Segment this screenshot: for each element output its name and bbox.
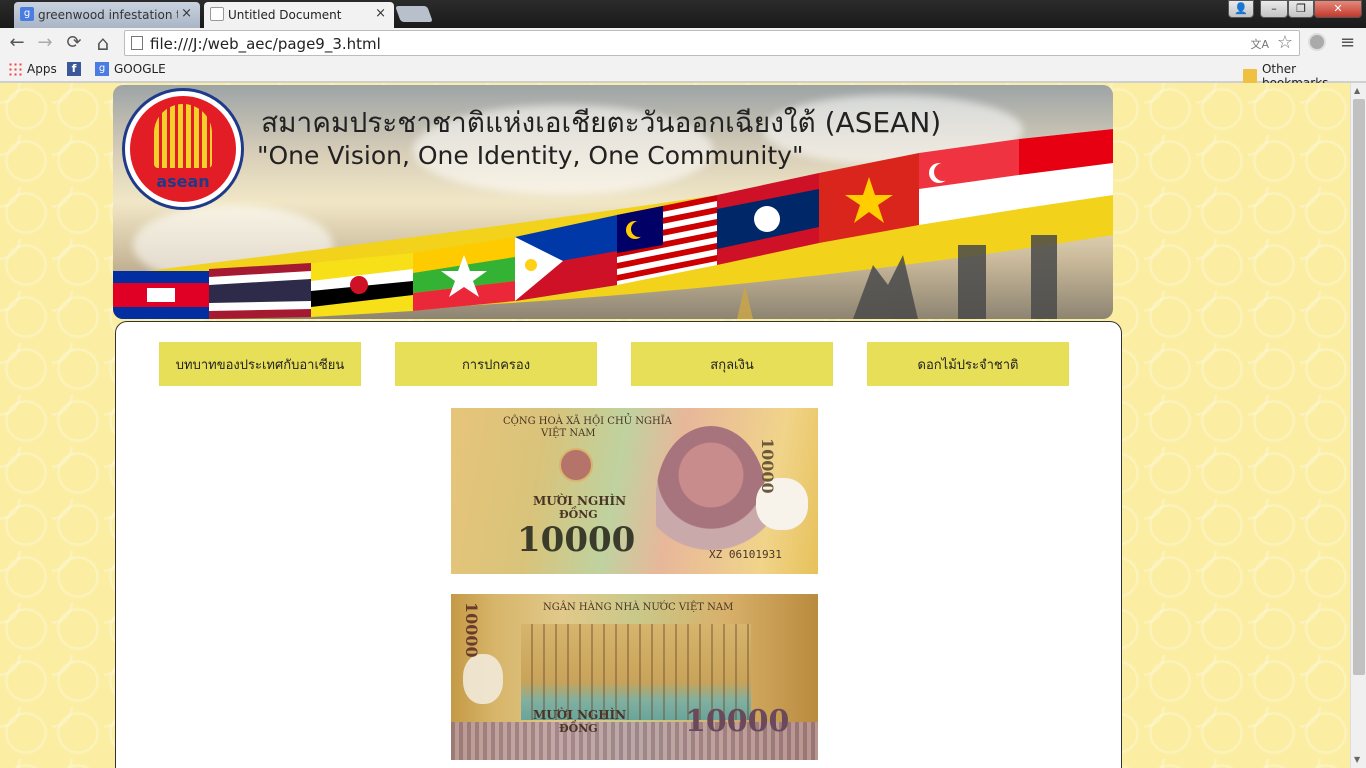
indonesia-flag bbox=[1019, 129, 1113, 209]
banknote-value: 10000 bbox=[517, 520, 636, 560]
rice-stalks-icon bbox=[154, 104, 212, 168]
home-icon[interactable]: ⌂ bbox=[92, 32, 114, 54]
banknote-front-image: CỘNG HOÀ XÃ HỘI CHỦ NGHĨA VIỆT NAM MƯỜI … bbox=[451, 408, 818, 574]
menu-button-currency[interactable]: สกุลเงิน bbox=[631, 342, 833, 386]
banknote-serial: XZ 06101931 bbox=[709, 548, 782, 561]
page-viewport: asean สมาคมประชาชาติแห่งเอเชียตะวันออกเฉ… bbox=[0, 83, 1350, 768]
user-profile-icon[interactable]: 👤 bbox=[1228, 0, 1254, 18]
document-favicon-icon bbox=[210, 7, 224, 21]
banknote-header: NGÂN HÀNG NHÀ NƯỚC VIỆT NAM bbox=[543, 602, 734, 613]
banknote-back-image: NGÂN HÀNG NHÀ NƯỚC VIỆT NAM MƯỜI NGHÌN Đ… bbox=[451, 594, 818, 760]
apps-icon bbox=[8, 62, 22, 76]
reload-icon[interactable]: ⟳ bbox=[63, 32, 85, 54]
chrome-menu-icon[interactable]: ≡ bbox=[1340, 32, 1355, 53]
minimize-button[interactable]: – bbox=[1260, 0, 1288, 18]
asean-logo: asean bbox=[125, 91, 241, 207]
tab-greenwood[interactable]: g greenwood infestation th × bbox=[14, 2, 200, 28]
portrait-illustration bbox=[656, 426, 766, 566]
banner-title: สมาคมประชาชาติแห่งเอเชียตะวันออกเฉียงใต้… bbox=[261, 106, 942, 139]
banknote-value-vertical: 10000 bbox=[462, 602, 481, 658]
bookmark-label: GOOGLE bbox=[114, 62, 166, 76]
vertical-scrollbar[interactable]: ▲ ▼ bbox=[1350, 83, 1366, 768]
content-card: บทบาทของประเทศกับอาเซียน การปกครอง สกุลเ… bbox=[115, 321, 1122, 768]
thailand-flag bbox=[209, 263, 311, 319]
banknote-words: ĐỒNG bbox=[559, 722, 598, 735]
tab-label: Untitled Document bbox=[228, 8, 342, 22]
brunei-flag bbox=[311, 253, 413, 317]
tab-close-icon[interactable]: × bbox=[181, 6, 192, 21]
scroll-up-arrow-icon[interactable]: ▲ bbox=[1354, 86, 1360, 95]
bookmark-star-icon[interactable]: ☆ bbox=[1277, 32, 1293, 53]
menu-button-government[interactable]: การปกครอง bbox=[395, 342, 597, 386]
banknote-header: CỘNG HOÀ XÃ HỘI CHỦ NGHĨA bbox=[503, 416, 672, 427]
tab-untitled-document[interactable]: Untitled Document × bbox=[204, 2, 394, 28]
scroll-down-arrow-icon[interactable]: ▼ bbox=[1354, 755, 1360, 764]
asean-logo-text: asean bbox=[156, 172, 210, 191]
national-emblem-icon bbox=[559, 448, 593, 482]
window-titlebar: g greenwood infestation th × Untitled Do… bbox=[0, 0, 1366, 28]
asean-banner: asean สมาคมประชาชาติแห่งเอเชียตะวันออกเฉ… bbox=[113, 85, 1113, 319]
banknote-words: MƯỜI NGHÌN bbox=[533, 494, 627, 508]
bookmarks-bar: Apps f g GOOGLE Other bookmarks bbox=[0, 58, 1366, 90]
facebook-icon: f bbox=[67, 62, 81, 76]
menu-button-national-flower[interactable]: ดอกไม้ประจำชาติ bbox=[867, 342, 1069, 386]
bookmark-label: Apps bbox=[27, 62, 57, 76]
menu-button-role[interactable]: บทบาทของประเทศกับอาเซียน bbox=[159, 342, 361, 386]
page-icon bbox=[131, 36, 143, 50]
banknote-words: MƯỜI NGHÌN bbox=[533, 708, 627, 722]
close-window-button[interactable]: ✕ bbox=[1314, 0, 1362, 18]
transparent-window bbox=[463, 654, 503, 704]
folder-icon bbox=[1243, 69, 1257, 83]
bookmark-google[interactable]: g GOOGLE bbox=[95, 62, 166, 76]
google-favicon-icon: g bbox=[20, 7, 34, 21]
scrollbar-thumb[interactable] bbox=[1353, 99, 1365, 675]
extension-icon[interactable] bbox=[1308, 33, 1326, 51]
url-text[interactable]: file:///J:/web_aec/page9_3.html bbox=[150, 35, 381, 53]
tab-close-icon[interactable]: × bbox=[375, 6, 386, 21]
bookmark-facebook[interactable]: f bbox=[67, 62, 86, 76]
forward-arrow-icon[interactable]: → bbox=[34, 32, 56, 54]
cambodia-flag bbox=[113, 271, 209, 319]
banknote-header: VIỆT NAM bbox=[541, 428, 596, 439]
tab-label: greenwood infestation th bbox=[38, 8, 178, 22]
new-tab-button[interactable] bbox=[395, 6, 433, 22]
banknote-value-vertical: 10000 bbox=[758, 438, 777, 494]
banknote-value: 10000 bbox=[685, 704, 790, 739]
google-icon: g bbox=[95, 62, 109, 76]
bookmark-apps[interactable]: Apps bbox=[8, 62, 57, 76]
maximize-button[interactable]: ❐ bbox=[1288, 0, 1314, 18]
banner-slogan: "One Vision, One Identity, One Community… bbox=[257, 141, 804, 170]
translate-icon[interactable]: 文A bbox=[1250, 36, 1269, 52]
address-bar[interactable]: file:///J:/web_aec/page9_3.html 文A ☆ bbox=[124, 30, 1300, 56]
back-arrow-icon[interactable]: ← bbox=[6, 32, 28, 54]
